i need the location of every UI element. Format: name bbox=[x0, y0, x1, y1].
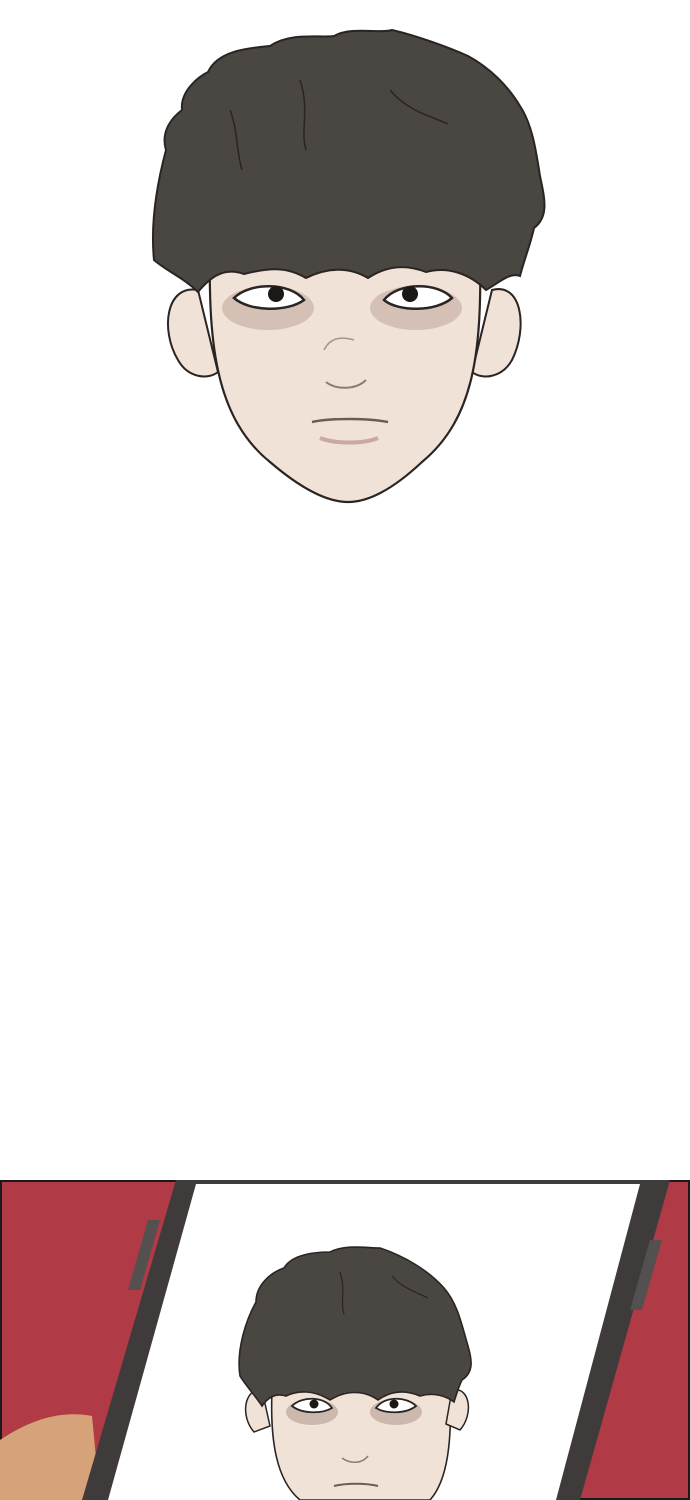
comic-strip bbox=[0, 0, 690, 1500]
face-portrait-panel bbox=[130, 20, 560, 520]
screen-right-pupil bbox=[389, 1399, 399, 1409]
right-pupil bbox=[402, 286, 418, 302]
screen-left-pupil bbox=[309, 1399, 319, 1409]
phone-screen-illustration bbox=[0, 1180, 690, 1500]
face-portrait-illustration bbox=[151, 28, 546, 504]
hair bbox=[151, 28, 546, 294]
left-pupil bbox=[268, 286, 284, 302]
phone-screen-panel bbox=[0, 1180, 690, 1500]
